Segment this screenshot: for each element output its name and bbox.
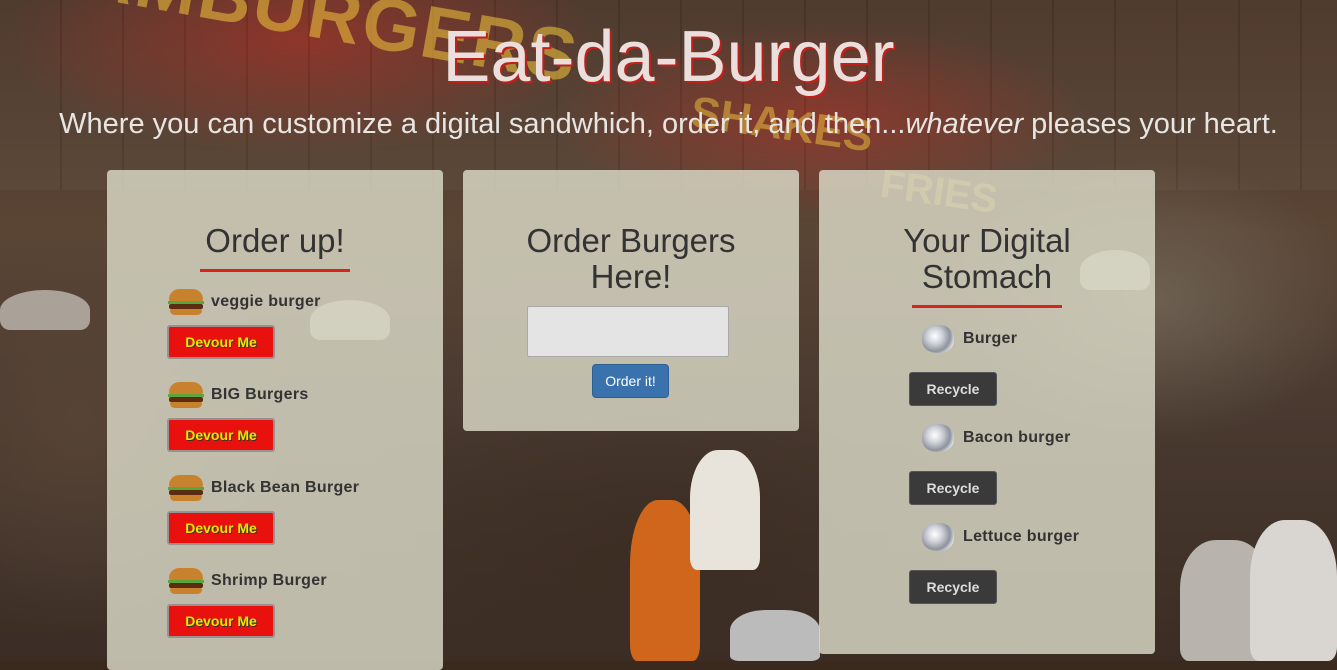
burger-name: Lettuce burger [963,528,1080,545]
foil-wrapper-icon [919,521,957,553]
list-item: Black Bean Burger Devour Me [167,473,359,545]
page-subtitle: Where you can customize a digital sandwh… [0,106,1337,142]
list-item: BIG Burgers Devour Me [167,380,309,452]
heading-line: Order Burgers [526,222,736,259]
order-up-panel: Order up! veggie burger Devour Me BIG Bu… [107,170,443,670]
order-it-button[interactable]: Order it! [592,364,669,398]
recycle-button[interactable]: Recycle [909,372,997,406]
devour-button[interactable]: Devour Me [167,325,275,359]
burger-name: Shrimp Burger [211,572,327,589]
stomach-heading: Your Digital Stomach [819,223,1155,295]
devour-button[interactable]: Devour Me [167,604,275,638]
burger-name: Burger [963,330,1018,347]
digital-stomach-panel: Your Digital Stomach Burger Recycle Bacon… [819,170,1155,654]
burger-icon [167,380,205,410]
burger-name: BIG Burgers [211,386,309,403]
burger-icon [167,287,205,317]
order-form-heading: Order Burgers Here! [463,223,799,295]
burger-name-input[interactable] [527,306,729,357]
heading-underline [912,305,1062,308]
subtitle-emphasis: whatever [905,108,1024,140]
foil-wrapper-icon [919,422,957,454]
recycle-button[interactable]: Recycle [909,570,997,604]
foil-wrapper-icon [919,323,957,355]
burger-icon [167,566,205,596]
list-item: Bacon burger [919,423,1071,453]
list-item: Lettuce burger [919,522,1079,552]
heading-line: Stomach [921,258,1053,295]
list-item: Burger [919,324,1017,354]
burger-name: veggie burger [211,293,321,310]
burger-icon [167,473,205,503]
subtitle-text-end: pleases your heart. [1023,108,1278,140]
subtitle-text: Where you can customize a digital sandwh… [59,108,906,140]
order-form-panel: Order Burgers Here! Order it! [463,170,799,431]
list-item: Shrimp Burger Devour Me [167,566,327,638]
heading-underline [200,269,350,272]
devour-button[interactable]: Devour Me [167,511,275,545]
list-item: veggie burger Devour Me [167,287,321,359]
burger-name: Bacon burger [963,429,1071,446]
burger-name: Black Bean Burger [211,479,360,496]
heading-line: Your Digital [903,222,1071,259]
order-up-heading: Order up! [205,222,345,259]
page-title: Eat-da-Burger [442,17,895,97]
recycle-button[interactable]: Recycle [909,471,997,505]
heading-line: Here! [590,258,672,295]
devour-button[interactable]: Devour Me [167,418,275,452]
